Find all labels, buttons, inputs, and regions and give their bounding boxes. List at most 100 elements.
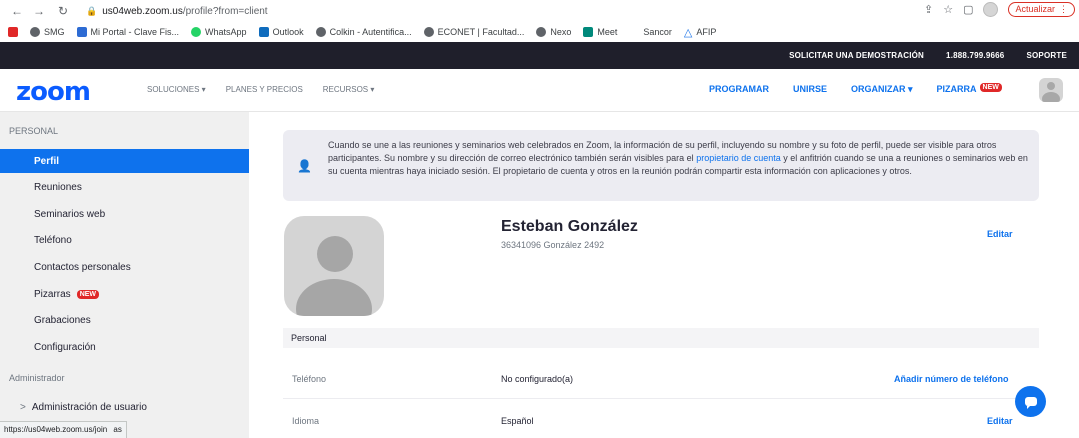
bookmark-label: Sancor <box>643 27 672 37</box>
organizar-link[interactable]: ORGANIZAR ▾ <box>851 84 913 95</box>
sidebar-item-grabaciones[interactable]: Grabaciones <box>0 308 249 332</box>
afip-icon: △ <box>683 26 693 39</box>
sidebar-item-pizarras[interactable]: Pizarras NEW <box>0 282 249 306</box>
sidebar-item-label: Perfil <box>34 155 60 167</box>
url-path: /profile?from=client <box>182 5 268 17</box>
profile-name: Esteban González <box>501 218 638 235</box>
profile-picture[interactable] <box>284 216 384 316</box>
bookmark-meet[interactable]: Meet <box>583 27 617 37</box>
zoom-header: zoom SOLUCIONES ▾ PLANES Y PRECIOS RECUR… <box>0 69 1079 112</box>
sidebar-item-label: Grabaciones <box>34 314 91 326</box>
edit-language-button[interactable]: Editar <box>987 416 1013 426</box>
address-bar[interactable]: 🔒 us04web.zoom.us/profile?from=client <box>86 6 268 17</box>
bookmark-label: ECONET | Facultad... <box>437 27 525 37</box>
globe-icon <box>30 27 40 37</box>
sidebar-item-label: Reuniones <box>34 181 82 193</box>
star-icon[interactable]: ☆ <box>943 3 953 16</box>
user-info-icon: 👤 <box>297 159 312 173</box>
sidebar-item-seminarios-web[interactable]: Seminarios web <box>0 202 249 226</box>
bookmark-label: SMG <box>44 27 65 37</box>
update-button[interactable]: Actualizar ⋮ <box>1008 2 1075 17</box>
browser-toolbar: ← → ↻ 🔒 us04web.zoom.us/profile?from=cli… <box>0 0 1079 22</box>
sidebar-item-telefono[interactable]: Teléfono <box>0 228 249 252</box>
sidebar-section-admin: Administrador <box>9 373 65 383</box>
bookmark-whatsapp[interactable]: WhatsApp <box>191 27 247 37</box>
bookmark-label: Meet <box>597 27 618 37</box>
status-tail: as <box>113 425 122 434</box>
pizarra-link[interactable]: PIZARRA NEW <box>936 83 1002 95</box>
bookmark-colkin[interactable]: Colkin - Autentifica... <box>315 27 412 37</box>
bookmark-smg[interactable]: SMG <box>30 27 65 37</box>
menu-planes-precios[interactable]: PLANES Y PRECIOS <box>226 85 303 94</box>
share-icon[interactable]: ⇪ <box>924 3 933 16</box>
profile-subtitle: 36341096 González 2492 <box>501 240 605 250</box>
bookmark-label: Colkin - Autentifica... <box>329 27 412 37</box>
portal-icon <box>76 27 87 37</box>
reload-icon[interactable]: ↻ <box>54 2 72 20</box>
zoom-logo[interactable]: zoom <box>16 77 91 107</box>
lock-icon: 🔒 <box>86 5 98 16</box>
row-value-telefono: No configurado(a) <box>501 374 574 384</box>
bookmark-econet[interactable]: ECONET | Facultad... <box>423 27 525 37</box>
menu-recursos[interactable]: RECURSOS ▾ <box>323 85 375 94</box>
edit-profile-button[interactable]: Editar <box>987 229 1013 239</box>
pizarra-label: PIZARRA <box>936 84 977 94</box>
sidebar-item-label: Pizarras <box>34 288 71 300</box>
main-menu: SOLUCIONES ▾ PLANES Y PRECIOS RECURSOS ▾ <box>147 85 374 94</box>
bookmark-label: Nexo <box>550 27 572 37</box>
privacy-info-text: Cuando se une a las reuniones y seminari… <box>328 139 1028 178</box>
request-demo-link[interactable]: SOLICITAR UNA DEMOSTRACIÓN <box>789 51 924 60</box>
econet-icon <box>423 27 434 37</box>
new-badge: NEW <box>76 289 100 299</box>
status-url: https://us04web.zoom.us/join <box>4 425 108 434</box>
bookmark-afip[interactable]: △ AFIP <box>684 26 716 39</box>
sidebar: PERSONAL Perfil Reuniones Seminarios web… <box>0 112 249 438</box>
bookmark-sancor[interactable]: Sancor <box>643 27 672 37</box>
update-label: Actualizar <box>1015 4 1055 14</box>
sidebar-section-personal: PERSONAL <box>9 126 59 136</box>
unirse-link[interactable]: UNIRSE <box>793 84 827 95</box>
user-avatar-icon[interactable] <box>1039 78 1063 102</box>
bookmark-label: AFIP <box>696 27 717 37</box>
globe-icon <box>536 27 547 37</box>
bookmarks-bar: SMG Mi Portal - Clave Fis... WhatsApp Ou… <box>0 22 1079 42</box>
forward-icon[interactable]: → <box>30 2 48 20</box>
bookmark-nexo[interactable]: Nexo <box>536 27 571 37</box>
back-icon[interactable]: ← <box>8 2 26 20</box>
sidebar-item-label: Contactos personales <box>34 261 131 273</box>
url-host: us04web.zoom.us <box>102 5 183 17</box>
more-icon: ⋮ <box>1059 4 1068 14</box>
bookmark-label: Mi Portal - Clave Fis... <box>90 27 180 37</box>
globe-icon <box>315 27 326 37</box>
bookmark-youtube[interactable] <box>8 27 18 37</box>
row-label-telefono: Teléfono <box>292 374 327 384</box>
add-phone-button[interactable]: Añadir número de teléfono <box>894 374 1009 384</box>
chevron-right-icon: > <box>20 402 26 413</box>
youtube-icon <box>8 27 18 37</box>
sidebar-item-contactos-personales[interactable]: Contactos personales <box>0 255 249 279</box>
programar-link[interactable]: PROGRAMAR <box>709 84 769 95</box>
sidebar-item-label: Configuración <box>34 341 96 353</box>
whatsapp-icon <box>191 27 202 37</box>
chat-support-button[interactable] <box>1015 386 1046 417</box>
menu-soluciones[interactable]: SOLUCIONES ▾ <box>147 85 206 94</box>
section-personal: Personal <box>283 328 1039 348</box>
meet-icon <box>583 27 594 37</box>
sidebar-item-perfil[interactable]: Perfil <box>0 149 249 173</box>
support-link[interactable]: SOPORTE <box>1026 51 1067 60</box>
sidebar-item-label: Seminarios web <box>34 208 106 220</box>
bookmark-mi-portal[interactable]: Mi Portal - Clave Fis... <box>76 27 180 37</box>
sidebar-item-label: Administración de usuario <box>31 402 147 413</box>
bookmark-outlook[interactable]: Outlook <box>258 27 304 37</box>
sidebar-item-configuracion[interactable]: Configuración <box>0 335 249 359</box>
row-divider <box>283 398 1039 399</box>
sidebar-item-reuniones[interactable]: Reuniones <box>0 175 249 199</box>
profile-avatar-icon[interactable] <box>983 2 999 17</box>
chat-icon <box>1024 397 1037 409</box>
sidebar-item-administracion-usuario[interactable]: > Administración de usuario <box>20 402 147 413</box>
sidepanel-icon[interactable]: ▢ <box>963 3 973 16</box>
account-owner-link[interactable]: propietario de cuenta <box>696 153 781 163</box>
phone-number: 1.888.799.9666 <box>946 51 1005 60</box>
link-status-tooltip: https://us04web.zoom.us/join as <box>0 421 127 438</box>
row-value-idioma: Español <box>501 416 534 426</box>
